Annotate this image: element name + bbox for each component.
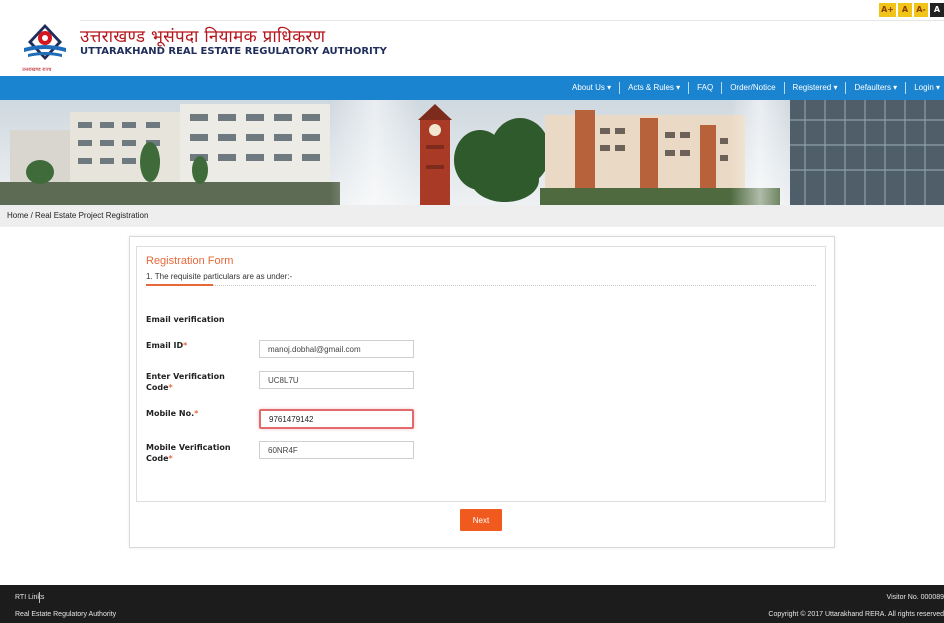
required-asterisk: * [194,409,199,418]
breadcrumb-home-link[interactable]: Home [7,211,28,220]
mobile-no-label-text: Mobile No. [146,409,195,418]
breadcrumb-current: Real Estate Project Registration [35,211,149,220]
nav-order-notice[interactable]: Order/Notice [722,82,785,94]
required-asterisk: * [168,454,173,463]
email-id-field[interactable] [259,340,414,358]
breadcrumb-separator: / [28,211,36,220]
site-title-hindi: उत्तराखण्ड भूसंपदा नियामक प्राधिकरण [80,27,326,47]
required-asterisk: * [183,341,188,350]
visitor-counter: Visitor No. 000089 [886,594,944,601]
email-id-label-text: Email ID [146,341,184,350]
header-banner-image [0,100,944,205]
mobile-no-field[interactable] [259,409,414,429]
font-size-controls: A+ A A- A [879,3,944,17]
footer: RTI Links Real Estate Regulatory Authori… [0,585,944,623]
top-divider [80,20,944,21]
footer-separator [39,592,40,603]
required-asterisk: * [168,383,173,392]
nav-defaulters[interactable]: Defaulters ▾ [846,82,907,94]
form-title: Registration Form [146,255,234,267]
font-normal-button[interactable]: A [898,3,912,17]
rti-links[interactable]: RTI Links [15,594,44,601]
font-decrease-button[interactable]: A- [914,3,928,17]
subtitle-accent-bar [146,284,213,286]
nav-login[interactable]: Login ▾ [906,82,944,94]
main-navbar: About Us ▾ Acts & Rules ▾ FAQ Order/Noti… [0,76,944,100]
logo-caption: उत्तराखण्ड राज्य [22,67,51,73]
form-subtitle: 1. The requisite particulars are as unde… [146,272,293,281]
verification-code-label-text: Enter Verification Code [146,372,225,392]
mobile-verification-code-label: Mobile Verification Code* [146,442,246,464]
state-emblem-logo[interactable]: उत्तराखण्ड राज्य [18,22,72,74]
copyright-text: Copyright © 2017 Uttarakhand RERA. All r… [768,611,944,618]
font-increase-button[interactable]: A+ [879,3,896,17]
verification-code-label: Enter Verification Code* [146,371,246,393]
high-contrast-button[interactable]: A [930,3,944,17]
nav-registered[interactable]: Registered ▾ [785,82,847,94]
mobile-no-label: Mobile No.* [146,408,246,419]
email-verification-heading: Email verification [146,315,225,324]
subtitle-divider [146,285,816,286]
email-id-label: Email ID* [146,340,246,351]
nav-about-us[interactable]: About Us ▾ [564,82,621,94]
site-title-english: UTTARAKHAND REAL ESTATE REGULATORY AUTHO… [80,46,387,57]
mobile-verification-code-field[interactable] [259,441,414,459]
nav-faq[interactable]: FAQ [689,82,723,94]
footer-org-name: Real Estate Regulatory Authority [15,611,117,618]
next-button[interactable]: Next [460,509,502,531]
nav-acts-rules[interactable]: Acts & Rules ▾ [620,82,690,94]
breadcrumb: Home / Real Estate Project Registration [0,205,944,227]
verification-code-field[interactable] [259,371,414,389]
mobile-verification-code-label-text: Mobile Verification Code [146,443,231,463]
